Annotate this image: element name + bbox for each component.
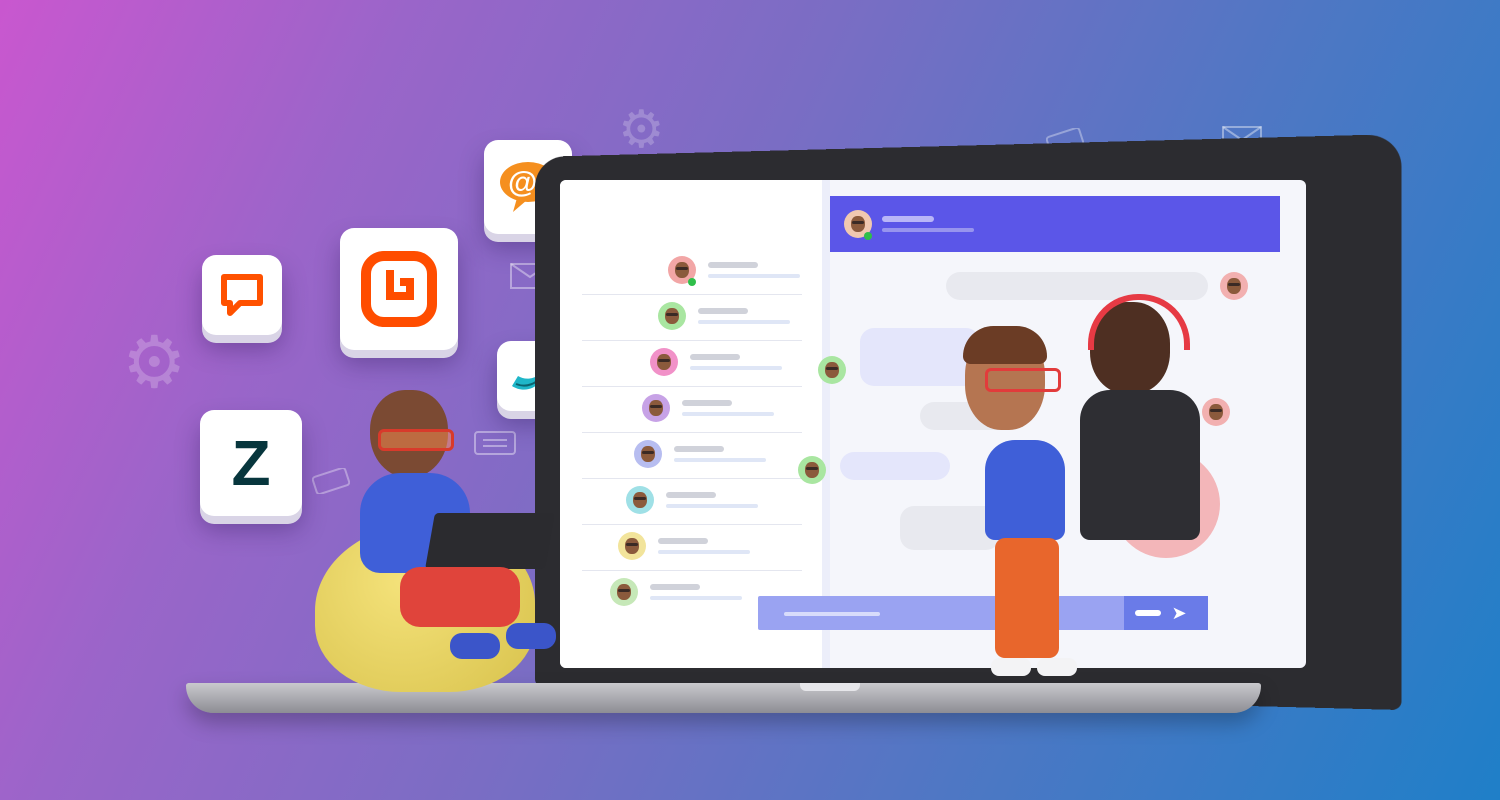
gear-icon: ⚙ <box>618 100 665 160</box>
message-bubble-incoming <box>840 452 950 480</box>
composer-placeholder-bar <box>784 612 880 616</box>
headset <box>1088 294 1190 350</box>
brand-b-app-icon <box>340 228 458 350</box>
avatar <box>642 394 670 422</box>
avatar <box>658 302 686 330</box>
send-label-bar <box>1135 610 1162 616</box>
person-shaking-hands <box>955 326 1095 680</box>
contact-preview-bar <box>708 274 800 278</box>
contact-name-bar <box>690 354 740 360</box>
hair <box>963 326 1047 364</box>
glasses <box>378 429 454 451</box>
shoe <box>506 623 556 649</box>
shoe <box>450 633 500 659</box>
shoe <box>1037 658 1077 676</box>
contact-preview-bar <box>698 320 790 324</box>
ticket-icon <box>312 468 350 494</box>
chat-header <box>830 196 1280 252</box>
contact-item[interactable] <box>582 294 802 341</box>
contact-list <box>560 180 830 668</box>
person-with-laptop <box>360 385 560 685</box>
contact-item[interactable] <box>582 386 802 433</box>
contact-item[interactable] <box>582 432 802 479</box>
contact-name-bar <box>658 538 708 544</box>
contact-name-bar <box>682 400 732 406</box>
zendesk-logo: Z <box>231 427 271 499</box>
header-name-bar <box>882 216 934 222</box>
avatar <box>634 440 662 468</box>
contact-name-bar <box>708 262 758 268</box>
pants <box>995 538 1059 658</box>
online-status-dot <box>688 278 696 286</box>
avatar <box>610 578 638 606</box>
contact-preview-bar <box>674 458 766 462</box>
avatar <box>626 486 654 514</box>
laptop-notch <box>800 683 860 691</box>
avatar <box>650 348 678 376</box>
pants <box>400 567 520 627</box>
zendesk-app-icon: Z <box>200 410 302 516</box>
laptop-base <box>186 683 1261 713</box>
sweater <box>985 440 1065 540</box>
contact-item[interactable] <box>582 248 802 295</box>
glasses <box>985 368 1061 392</box>
contact-name-bar <box>698 308 748 314</box>
gear-icon: ⚙ <box>122 320 187 404</box>
send-arrow-icon: ➤ <box>1171 602 1187 624</box>
avatar <box>618 532 646 560</box>
header-status-bar <box>882 228 974 232</box>
contact-preview-bar <box>650 596 742 600</box>
shoe <box>991 658 1031 676</box>
contact-item[interactable] <box>582 478 802 525</box>
avatar <box>818 356 846 384</box>
livechat-app-icon <box>202 255 282 335</box>
contact-name-bar <box>666 492 716 498</box>
contact-preview-bar <box>658 550 750 554</box>
contact-preview-bar <box>690 366 782 370</box>
contact-name-bar <box>650 584 700 590</box>
suit <box>1080 390 1200 540</box>
contact-item[interactable] <box>582 524 802 571</box>
at-symbol: @ <box>508 166 538 199</box>
online-status-dot <box>864 232 872 240</box>
contact-preview-bar <box>682 412 774 416</box>
contact-name-bar <box>674 446 724 452</box>
avatar <box>798 456 826 484</box>
contact-item[interactable] <box>582 340 802 387</box>
laptop-prop <box>425 513 555 569</box>
send-button[interactable]: ➤ <box>1124 596 1208 630</box>
contact-preview-bar <box>666 504 758 508</box>
